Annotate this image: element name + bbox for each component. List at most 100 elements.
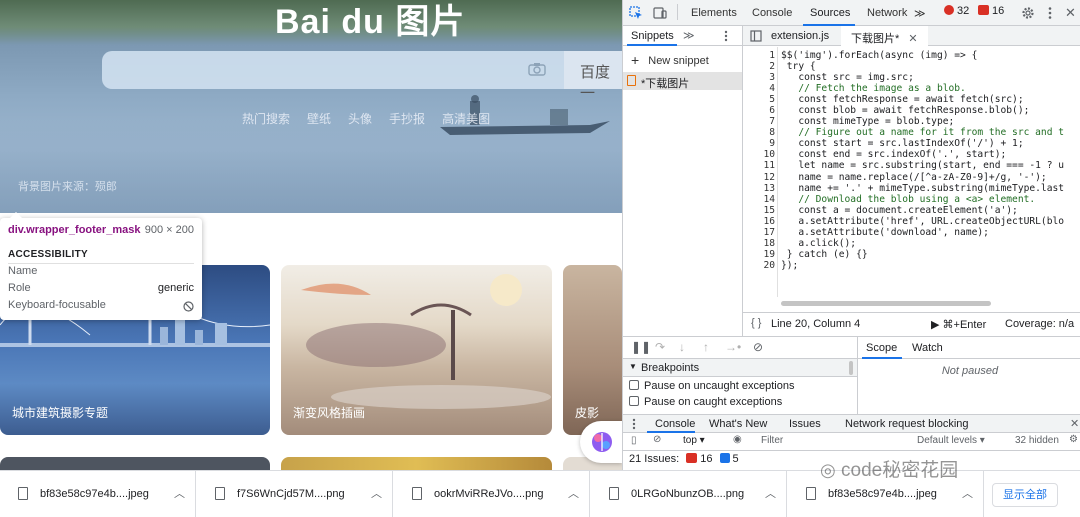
line-number[interactable]: 14 bbox=[743, 194, 775, 205]
pause-caught-checkbox[interactable]: Pause on caught exceptions bbox=[629, 396, 782, 408]
image-source-credit[interactable]: 背景图片来源：殒郎 bbox=[18, 178, 117, 194]
context-selector[interactable]: top ▾ bbox=[683, 435, 705, 446]
line-number[interactable]: 4 bbox=[743, 83, 775, 94]
hot-link[interactable]: 壁纸 bbox=[307, 110, 331, 127]
step-out-icon[interactable]: ↑ bbox=[703, 340, 709, 354]
download-filename: 0LRGoNbunzOB....png bbox=[631, 488, 745, 500]
more-tabs-button[interactable]: ≫ bbox=[914, 7, 926, 20]
devtools-toolbar: Elements Console Sources Network ≫ 32 16… bbox=[623, 0, 1080, 26]
vertical-scrollbar[interactable] bbox=[849, 361, 853, 375]
drawer-tab-whats-new[interactable]: What's New bbox=[709, 418, 767, 430]
kebab-menu-icon[interactable] bbox=[723, 30, 729, 42]
settings-icon[interactable]: ⚙ bbox=[1069, 434, 1078, 445]
download-item[interactable]: bf83e58c97e4b....jpeg ︿ bbox=[0, 471, 196, 517]
editor-tab-snippet[interactable]: 下载图片* ✕ bbox=[841, 26, 928, 46]
chevron-up-icon[interactable]: ︿ bbox=[568, 485, 579, 501]
line-number[interactable]: 12 bbox=[743, 172, 775, 183]
topic-card-illustration[interactable]: 渐变风格插画 bbox=[281, 265, 552, 435]
warning-icon bbox=[978, 5, 989, 15]
toggle-navigator-icon[interactable] bbox=[750, 30, 762, 42]
inspect-element-icon[interactable] bbox=[629, 6, 643, 20]
close-icon[interactable]: ✕ bbox=[1065, 5, 1076, 21]
tab-watch[interactable]: Watch bbox=[912, 342, 943, 354]
step-into-icon[interactable]: ↓ bbox=[679, 340, 685, 354]
line-number[interactable]: 8 bbox=[743, 127, 775, 138]
deactivate-breakpoints-icon[interactable]: ⊘ bbox=[753, 340, 763, 354]
log-levels-dropdown[interactable]: Default levels ▾ bbox=[917, 435, 985, 446]
topic-card[interactable] bbox=[0, 457, 270, 470]
close-drawer-icon[interactable]: ✕ bbox=[1070, 417, 1079, 430]
hot-link[interactable]: 热门搜索 bbox=[242, 110, 290, 127]
download-item[interactable]: ookrMviRReJVo....png ︿ bbox=[394, 471, 590, 517]
line-number[interactable]: 15 bbox=[743, 205, 775, 216]
line-number[interactable]: 20 bbox=[743, 260, 775, 271]
line-number[interactable]: 2 bbox=[743, 61, 775, 72]
line-number[interactable]: 5 bbox=[743, 94, 775, 105]
drawer-tab-console[interactable]: Console bbox=[655, 418, 695, 430]
camera-icon[interactable] bbox=[528, 62, 546, 76]
pause-icon[interactable]: ❚❚ bbox=[631, 340, 651, 354]
run-snippet-button[interactable]: ▶ ⌘+Enter bbox=[931, 318, 986, 331]
line-number[interactable]: 9 bbox=[743, 138, 775, 149]
tab-snippets[interactable]: Snippets bbox=[631, 30, 674, 42]
console-filter-input[interactable]: Filter bbox=[761, 435, 783, 446]
drawer-tab-network-blocking[interactable]: Network request blocking bbox=[845, 418, 969, 430]
download-item[interactable]: f7S6WnCjd57M....png ︿ bbox=[197, 471, 393, 517]
close-tab-icon[interactable]: ✕ bbox=[908, 33, 917, 45]
hot-link[interactable]: 高清美图 bbox=[442, 110, 490, 127]
hot-link[interactable]: 头像 bbox=[348, 110, 372, 127]
kebab-menu-icon[interactable] bbox=[631, 418, 637, 430]
search-button[interactable]: 百度一 bbox=[564, 51, 622, 102]
tab-elements[interactable]: Elements bbox=[691, 7, 737, 19]
line-number[interactable]: 11 bbox=[743, 160, 775, 171]
pause-uncaught-checkbox[interactable]: Pause on uncaught exceptions bbox=[629, 380, 794, 392]
sidebar-toggle-icon[interactable]: ▯ bbox=[631, 435, 637, 446]
tab-network[interactable]: Network bbox=[867, 7, 907, 19]
code-area[interactable]: 1 2 3 4 5 6 7 8 9 10 11 12 13 14 15 16 17 18 19 20 $$('img'… bbox=[743, 47, 1080, 297]
horizontal-scrollbar[interactable] bbox=[781, 301, 991, 306]
kebab-menu-icon[interactable] bbox=[1047, 6, 1053, 20]
show-all-downloads-button[interactable]: 显示全部 bbox=[992, 483, 1058, 507]
line-number[interactable]: 17 bbox=[743, 227, 775, 238]
chevron-up-icon[interactable]: ︿ bbox=[371, 485, 382, 501]
chevron-up-icon[interactable]: ︿ bbox=[765, 485, 776, 501]
step-over-icon[interactable]: ↷ bbox=[655, 340, 665, 354]
editor-tab-extension[interactable]: extension.js bbox=[771, 30, 829, 42]
line-number[interactable]: 6 bbox=[743, 105, 775, 116]
hot-link[interactable]: 手抄报 bbox=[389, 110, 425, 127]
new-snippet-button[interactable]: + New snippet bbox=[631, 52, 709, 68]
line-number[interactable]: 7 bbox=[743, 116, 775, 127]
device-toolbar-icon[interactable] bbox=[653, 6, 667, 20]
more-tabs-button[interactable]: ≫ bbox=[683, 29, 695, 42]
line-number[interactable]: 18 bbox=[743, 238, 775, 249]
eye-icon[interactable]: ◉ bbox=[733, 434, 742, 445]
checkbox[interactable] bbox=[629, 396, 639, 406]
issues-summary[interactable]: 21 Issues: 16 5 bbox=[629, 453, 739, 465]
baidu-logo[interactable]: Bai du 图片 bbox=[275, 0, 465, 43]
warning-count-badge[interactable]: 16 bbox=[975, 5, 1007, 20]
drawer-tab-issues[interactable]: Issues bbox=[789, 418, 821, 430]
chevron-up-icon[interactable]: ︿ bbox=[962, 485, 973, 501]
pretty-print-icon[interactable]: { } bbox=[751, 317, 761, 329]
breakpoints-heading[interactable]: ▼ Breakpoints bbox=[623, 359, 857, 377]
step-icon[interactable]: →• bbox=[725, 340, 741, 354]
line-number[interactable]: 13 bbox=[743, 183, 775, 194]
gear-icon[interactable] bbox=[1021, 6, 1035, 20]
tab-console[interactable]: Console bbox=[752, 7, 792, 19]
checkbox[interactable] bbox=[629, 380, 639, 390]
line-number[interactable]: 16 bbox=[743, 216, 775, 227]
chevron-up-icon[interactable]: ︿ bbox=[174, 485, 185, 501]
ai-assistant-button[interactable] bbox=[580, 421, 622, 463]
tab-scope[interactable]: Scope bbox=[866, 342, 897, 354]
line-number[interactable]: 3 bbox=[743, 72, 775, 83]
clear-console-icon[interactable]: ⊘ bbox=[653, 434, 661, 445]
error-count-badge[interactable]: 32 bbox=[941, 5, 972, 20]
topic-card-shadow-puppet[interactable]: 皮影 bbox=[563, 265, 622, 435]
snippet-item[interactable]: *下载图片 bbox=[623, 72, 742, 90]
tab-sources[interactable]: Sources bbox=[810, 7, 850, 19]
line-number[interactable]: 1 bbox=[743, 50, 775, 61]
line-number[interactable]: 10 bbox=[743, 149, 775, 160]
line-number[interactable]: 19 bbox=[743, 249, 775, 260]
download-item[interactable]: 0LRGoNbunzOB....png ︿ bbox=[591, 471, 787, 517]
topic-card[interactable] bbox=[281, 457, 552, 470]
